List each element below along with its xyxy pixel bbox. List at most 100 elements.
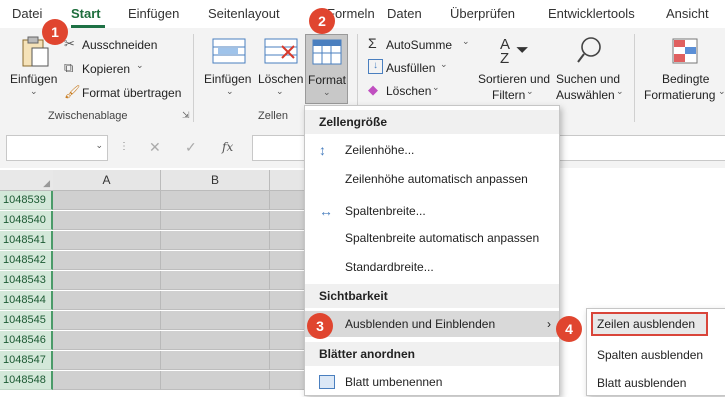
menu-item-autofit-row[interactable]: Zeilenhöhe automatisch anpassen <box>305 166 559 192</box>
clear-label: Löschen <box>386 84 432 98</box>
name-box[interactable]: ⌄ <box>6 135 108 161</box>
cell[interactable] <box>53 191 161 210</box>
brush-icon: 🖌 <box>64 84 81 99</box>
copy-label: Kopieren <box>82 62 131 76</box>
cell[interactable] <box>53 351 161 370</box>
row-header[interactable]: 1048542 <box>0 251 53 270</box>
cell[interactable] <box>270 371 305 390</box>
cell[interactable] <box>270 251 305 270</box>
tab-einfuegen[interactable]: Einfügen <box>128 6 179 21</box>
step-badge-2: 2 <box>309 8 335 34</box>
autosum-button[interactable]: Σ AutoSumme ⌄ <box>366 35 476 54</box>
submenu-item-hide-rows[interactable]: Zeilen ausblenden <box>591 312 708 336</box>
cell[interactable] <box>161 251 270 270</box>
copy-icon: ⧉ <box>64 60 74 75</box>
row-header[interactable]: 1048543 <box>0 271 53 290</box>
delete-cells-label: Löschen <box>258 72 304 86</box>
tab-daten[interactable]: Daten <box>387 6 422 21</box>
cell[interactable] <box>161 351 270 370</box>
cell[interactable] <box>53 231 161 250</box>
cell[interactable] <box>161 191 270 210</box>
cell[interactable] <box>53 211 161 230</box>
cell[interactable] <box>53 251 161 270</box>
dialog-launcher-icon[interactable]: ⇲ <box>182 110 190 121</box>
cell[interactable] <box>270 351 305 370</box>
row-header[interactable]: 1048544 <box>0 291 53 310</box>
tab-ansicht[interactable]: Ansicht <box>666 6 709 21</box>
menu-item-label: Blatt umbenennen <box>345 375 443 389</box>
copy-button[interactable]: ⧉ Kopieren ⌄ <box>64 60 174 78</box>
cell[interactable] <box>161 211 270 230</box>
fill-button[interactable]: ↓ Ausfüllen ⌄ <box>366 59 466 77</box>
cell[interactable] <box>53 311 161 330</box>
tab-seitenlayout[interactable]: Seitenlayout <box>208 6 280 21</box>
cell[interactable] <box>161 291 270 310</box>
conditional-formatting-icon <box>672 38 698 64</box>
cut-button[interactable]: ✂ Ausschneiden <box>64 36 174 54</box>
menu-item-row-height[interactable]: ↕ Zeilenhöhe... <box>305 137 559 163</box>
cell[interactable] <box>161 271 270 290</box>
conditional-formatting-button[interactable]: Bedingte Formatierung ⌄ <box>640 34 725 104</box>
menu-item-autofit-column[interactable]: Spaltenbreite automatisch anpassen <box>305 225 559 251</box>
menu-item-column-width[interactable]: ↔ Spaltenbreite... <box>305 198 559 224</box>
format-dropdown-menu: Zellengröße ↕ Zeilenhöhe... Zeilenhöhe a… <box>304 105 560 396</box>
rename-sheet-icon <box>319 375 335 389</box>
row-header[interactable]: 1048541 <box>0 231 53 250</box>
find-select-button[interactable]: Suchen und Auswählen ⌄ <box>554 34 624 104</box>
insert-cells-button[interactable]: Einfügen ⌄ <box>200 34 258 100</box>
chevron-right-icon: › <box>547 317 551 331</box>
menu-item-rename-sheet[interactable]: Blatt umbenennen <box>305 369 559 395</box>
row-header[interactable]: 1048546 <box>0 331 53 350</box>
submenu-item-hide-sheet[interactable]: Blatt ausblenden <box>587 369 725 397</box>
row-header[interactable]: 1048548 <box>0 371 53 390</box>
format-painter-button[interactable]: 🖌 Format übertragen <box>64 84 188 102</box>
cell[interactable] <box>270 271 305 290</box>
cancel-icon[interactable]: ✕ <box>149 139 161 156</box>
menu-item-hide-unhide[interactable]: Ausblenden und Einblenden › <box>305 311 559 337</box>
column-header-c[interactable] <box>270 170 305 191</box>
confirm-icon[interactable]: ✓ <box>185 139 197 156</box>
chevron-down-icon: ⌄ <box>462 36 470 46</box>
eraser-icon: ◆ <box>368 82 378 97</box>
chevron-down-icon: ⌄ <box>226 86 234 96</box>
format-cells-icon <box>312 39 342 65</box>
cell[interactable] <box>53 291 161 310</box>
cell[interactable] <box>270 331 305 350</box>
row-header[interactable]: 1048539 <box>0 191 53 210</box>
function-icon[interactable]: fx <box>222 140 233 154</box>
sigma-icon: Σ <box>368 35 377 51</box>
column-header-b[interactable]: B <box>161 170 270 191</box>
select-all-corner[interactable]: ◢ <box>0 170 54 191</box>
cell[interactable] <box>270 211 305 230</box>
cell[interactable] <box>53 371 161 390</box>
chevron-down-icon[interactable]: ⌄ <box>95 140 103 151</box>
cell[interactable] <box>161 311 270 330</box>
cut-label: Ausschneiden <box>82 38 158 52</box>
cell[interactable] <box>270 291 305 310</box>
cell[interactable] <box>161 331 270 350</box>
chevron-down-icon: ⌄ <box>136 60 144 70</box>
clear-button[interactable]: ◆ Löschen ⌄ <box>366 82 466 100</box>
cell[interactable] <box>53 271 161 290</box>
sort-filter-button[interactable]: AZ ⏷ Sortieren und Filtern ⌄ <box>476 34 552 104</box>
cell[interactable] <box>161 371 270 390</box>
cell[interactable] <box>270 231 305 250</box>
cell[interactable] <box>53 331 161 350</box>
tab-datei[interactable]: Datei <box>12 6 42 21</box>
tab-start[interactable]: Start <box>71 6 101 21</box>
fill-down-icon: ↓ <box>368 59 383 74</box>
column-header-a[interactable]: A <box>53 170 161 191</box>
cell[interactable] <box>270 191 305 210</box>
tab-ueberpruefen[interactable]: Überprüfen <box>450 6 515 21</box>
tab-entwicklertools[interactable]: Entwicklertools <box>548 6 635 21</box>
row-header[interactable]: 1048545 <box>0 311 53 330</box>
cell[interactable] <box>270 311 305 330</box>
row-header[interactable]: 1048540 <box>0 211 53 230</box>
delete-cells-button[interactable]: Löschen ⌄ <box>256 34 304 100</box>
submenu-item-hide-columns[interactable]: Spalten ausblenden <box>587 341 725 369</box>
menu-item-default-width[interactable]: Standardbreite... <box>305 254 559 280</box>
cell[interactable] <box>161 231 270 250</box>
menu-item-label: Zeilenhöhe... <box>345 143 415 157</box>
row-header[interactable]: 1048547 <box>0 351 53 370</box>
format-button[interactable]: Format ⌄ <box>305 34 348 104</box>
